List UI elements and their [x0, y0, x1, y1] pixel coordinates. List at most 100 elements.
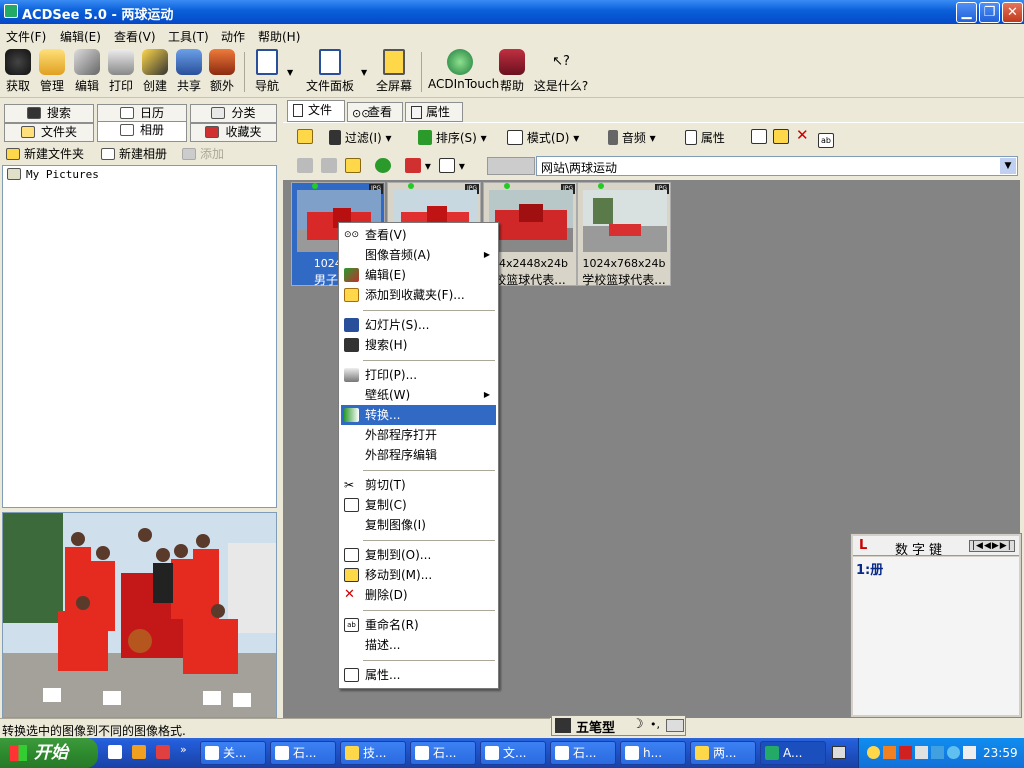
quicklaunch-media-icon[interactable]: [156, 745, 170, 759]
tray-tool-icon[interactable]: [947, 746, 960, 759]
tab-file[interactable]: 文件: [287, 100, 345, 122]
path-history-box[interactable]: [487, 157, 535, 175]
volume-icon[interactable]: [963, 746, 976, 759]
tab-albums[interactable]: 相册: [97, 121, 187, 142]
menu-item-slideshow[interactable]: 幻灯片(S)...: [341, 315, 496, 335]
quicklaunch-more-icon[interactable]: »: [180, 743, 187, 756]
menu-file[interactable]: 文件(F): [6, 28, 46, 45]
up-folder-icon[interactable]: [345, 158, 361, 173]
taskbar-item[interactable]: 关...: [200, 741, 266, 765]
ime-halfwidth-icon[interactable]: ☽: [632, 717, 644, 732]
start-button[interactable]: 开始: [0, 738, 98, 768]
ime-candidate-entry[interactable]: 1:册: [856, 559, 883, 578]
properties-tool-button[interactable]: 属性: [685, 129, 725, 146]
qq-icon[interactable]: [867, 746, 880, 759]
menu-item-rename[interactable]: ab 重命名(R): [341, 615, 496, 635]
quicklaunch-app-icon[interactable]: [132, 745, 146, 759]
menu-item-properties[interactable]: 属性...: [341, 665, 496, 685]
menu-item-copy[interactable]: 复制(C): [341, 495, 496, 515]
taskbar-item[interactable]: 文...: [480, 741, 546, 765]
tab-category[interactable]: 分类: [190, 104, 277, 123]
favorites-dropdown-icon[interactable]: ▾: [405, 158, 431, 173]
menu-item-move-to[interactable]: 移动到(M)...: [341, 565, 496, 585]
messenger-icon[interactable]: [931, 746, 944, 759]
audio-button[interactable]: 音频 ▾: [608, 129, 656, 146]
close-button[interactable]: ✕: [1002, 2, 1023, 23]
menu-item-edit-external[interactable]: 外部程序编辑: [341, 445, 496, 465]
ime-page-nav-icon[interactable]: |◀◀▶▶|: [969, 540, 1015, 552]
title-bar[interactable]: ACDSee 5.0 - 两球运动 ▁ ❐ ✕: [0, 0, 1024, 24]
menu-item-open-external[interactable]: 外部程序打开: [341, 425, 496, 445]
menu-view[interactable]: 查看(V): [114, 28, 156, 45]
view-dropdown-icon[interactable]: ▾: [439, 158, 465, 173]
antivirus-icon[interactable]: [899, 746, 912, 759]
menu-item-describe[interactable]: 描述...: [341, 635, 496, 655]
edit-button[interactable]: 编辑: [72, 49, 102, 94]
ime-mode-label[interactable]: 五笔型: [576, 717, 615, 736]
move-to-tool-icon[interactable]: [773, 129, 789, 144]
new-folder-button[interactable]: 新建文件夹: [6, 145, 84, 162]
menu-item-add-to-favorites[interactable]: 添加到收藏夹(F)...: [341, 285, 496, 305]
menu-help[interactable]: 帮助(H): [258, 28, 300, 45]
delete-tool-icon[interactable]: ✕: [796, 126, 809, 144]
tab-folders[interactable]: 文件夹: [4, 123, 94, 142]
sort-button[interactable]: 排序(S) ▾: [418, 129, 487, 146]
menu-item-image-audio[interactable]: 图像音频(A) ▶: [341, 245, 496, 265]
ime-header[interactable]: L 数字键 |◀◀▶▶|: [853, 536, 1019, 558]
tree-item-my-pictures[interactable]: My Pictures: [7, 168, 99, 181]
create-button[interactable]: 创建: [140, 49, 170, 94]
refresh-icon[interactable]: [375, 158, 391, 173]
extra-button[interactable]: 额外: [207, 49, 237, 94]
taskbar-item[interactable]: 两...: [690, 741, 756, 765]
forward-folder-icon[interactable]: [321, 158, 337, 173]
menu-item-print[interactable]: 打印(P)...: [341, 365, 496, 385]
taskbar-item[interactable]: 技...: [340, 741, 406, 765]
mode-button[interactable]: 模式(D) ▾: [507, 129, 579, 146]
acdintouch-button[interactable]: ACDInTouch: [428, 49, 499, 91]
ime-punct-icon[interactable]: •,: [650, 718, 660, 731]
navigate-dropdown-icon[interactable]: ▼: [287, 68, 293, 77]
menu-item-edit[interactable]: 编辑(E): [341, 265, 496, 285]
file-panel-button[interactable]: 文件面板: [302, 49, 358, 94]
network-icon[interactable]: [915, 746, 928, 759]
menu-item-view[interactable]: ⊙⊙ 查看(V): [341, 225, 496, 245]
manage-button[interactable]: 管理: [37, 49, 67, 94]
back-folder-icon[interactable]: [297, 158, 313, 173]
taskbar-item[interactable]: 石...: [550, 741, 616, 765]
menu-edit[interactable]: 编辑(E): [60, 28, 101, 45]
taskbar-item[interactable]: 石...: [410, 741, 476, 765]
tab-search[interactable]: 搜索: [4, 104, 94, 123]
taskbar-item-active[interactable]: A...: [760, 741, 826, 765]
ime-switch-icon[interactable]: [555, 718, 571, 733]
help-button[interactable]: 帮助: [498, 49, 526, 94]
file-panel-dropdown-icon[interactable]: ▼: [361, 68, 367, 77]
taskbar-item[interactable]: h...: [620, 741, 686, 765]
minimize-button[interactable]: ▁: [956, 2, 977, 23]
whats-this-button[interactable]: ↖? 这是什么?: [532, 49, 590, 94]
menu-item-copy-to[interactable]: 复制到(O)...: [341, 545, 496, 565]
print-button[interactable]: 打印: [106, 49, 136, 94]
clock[interactable]: 23:59: [983, 746, 1018, 760]
keyboard-layout-icon[interactable]: [832, 746, 846, 759]
acquire-button[interactable]: 获取: [3, 49, 33, 94]
tray-app-icon[interactable]: [883, 746, 896, 759]
rename-tool-icon[interactable]: ab: [818, 129, 834, 148]
restore-button[interactable]: ❐: [979, 2, 1000, 23]
path-dropdown-icon[interactable]: ▼: [1000, 158, 1016, 174]
quicklaunch-explorer-icon[interactable]: [108, 745, 122, 759]
tab-favorites[interactable]: 收藏夹: [190, 123, 277, 142]
add-button[interactable]: 添加: [182, 145, 224, 162]
thumbnail-item[interactable]: JPG 1024x768x24b 学校篮球代表...: [577, 182, 671, 287]
copy-to-tool-icon[interactable]: [751, 129, 767, 144]
menu-item-copy-image[interactable]: 复制图像(I): [341, 515, 496, 535]
menu-item-search[interactable]: 搜索(H): [341, 335, 496, 355]
filter-button[interactable]: 过滤(I) ▾: [329, 129, 392, 146]
ime-keyboard-icon[interactable]: [666, 719, 684, 732]
path-field[interactable]: 网站\两球运动 ▼: [536, 156, 1018, 176]
menu-item-delete[interactable]: ✕ 删除(D): [341, 585, 496, 605]
tab-view[interactable]: ⊙⊙ 查看: [347, 102, 403, 122]
new-album-button[interactable]: 新建相册: [101, 145, 167, 162]
menu-item-convert[interactable]: 转换...: [341, 405, 496, 425]
fullscreen-button[interactable]: 全屏幕: [374, 49, 414, 94]
menu-action[interactable]: 动作: [221, 28, 245, 45]
